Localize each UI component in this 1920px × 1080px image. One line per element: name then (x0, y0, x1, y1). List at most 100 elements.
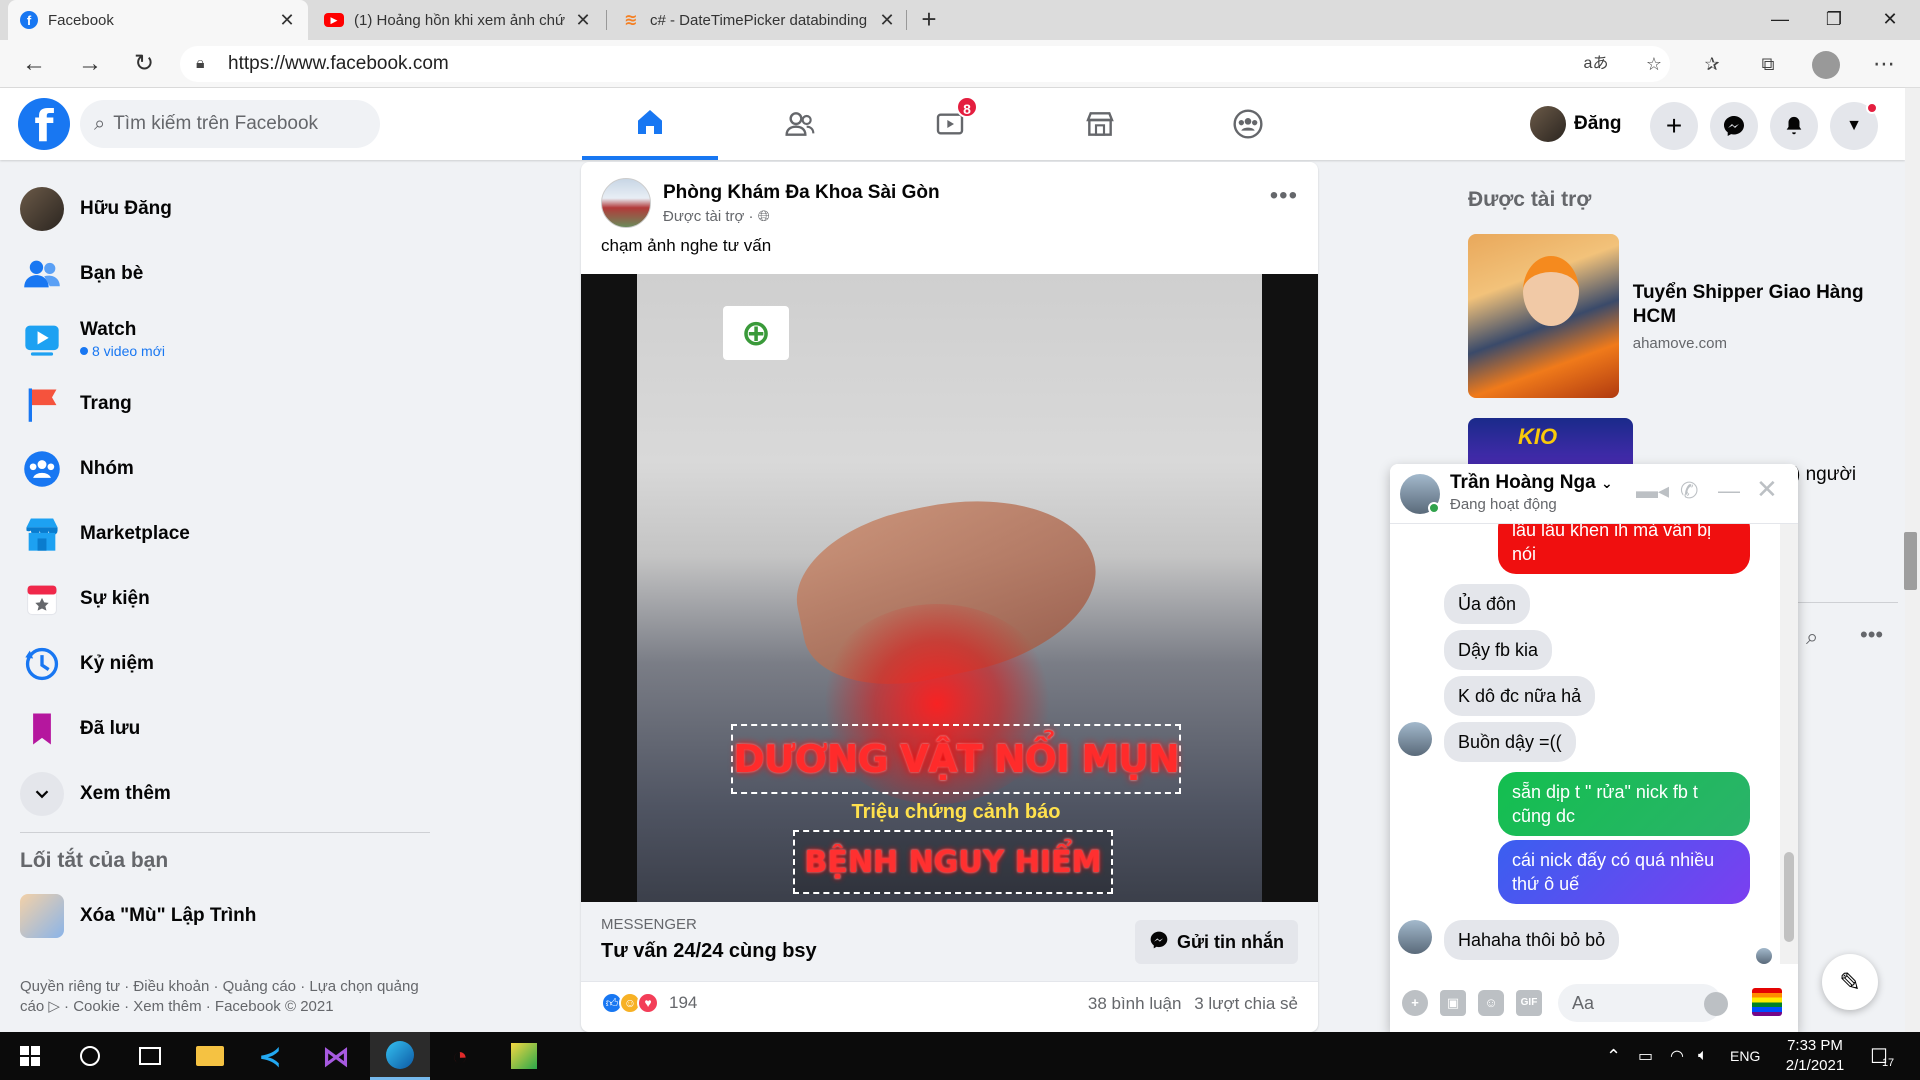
memories-icon (20, 642, 64, 686)
account-menu-button[interactable]: ▼ (1830, 102, 1878, 150)
post-image[interactable]: ⊕ DƯƠNG VẬT NỔI MỤN Triệu chứng cảnh báo… (581, 274, 1318, 902)
shares-count[interactable]: 3 lượt chia sẻ (1194, 994, 1298, 1013)
sidebar-item-friends[interactable]: Bạn bè (8, 241, 438, 306)
phone-icon[interactable]: ✆ (1680, 478, 1698, 504)
battery-icon[interactable]: ▭ (1638, 1032, 1653, 1080)
groups-icon (1233, 109, 1263, 139)
sidebar-item-groups[interactable]: Nhóm (8, 436, 438, 501)
emoji-icon[interactable] (1704, 992, 1728, 1016)
maximize-button[interactable]: ❐ (1806, 0, 1862, 40)
new-tab-button[interactable]: + (914, 0, 944, 40)
footer-links[interactable]: Quyền riêng tư · Điều khoản · Quảng cáo … (20, 977, 430, 1017)
app-icon[interactable] (494, 1032, 554, 1080)
chat-contact-name[interactable]: Trần Hoàng Nga ⌄ (1450, 472, 1613, 494)
sidebar-item-profile[interactable]: Hữu Đăng (8, 176, 438, 241)
close-icon[interactable]: ✕ (878, 10, 896, 31)
volume-icon[interactable]: 🔈︎ (1698, 1032, 1708, 1080)
tab-facebook[interactable]: f Facebook ✕ (8, 0, 308, 40)
search-contacts-icon[interactable]: ⌕ (1806, 624, 1818, 650)
favorite-star-icon[interactable]: ☆ (1636, 46, 1672, 82)
clinic-logo-icon: ⊕ (723, 306, 789, 360)
sidebar-item-marketplace[interactable]: Marketplace (8, 501, 438, 566)
ad-image-2[interactable]: KIO (1468, 418, 1633, 468)
add-plus-icon[interactable]: + (1402, 990, 1428, 1016)
profile-shortcut[interactable]: Đăng (1530, 102, 1622, 146)
forward-button[interactable]: → (70, 44, 110, 84)
message-bubble-received: K dô đc nữa hả (1444, 676, 1596, 716)
more-options-icon[interactable]: ••• (1860, 622, 1883, 648)
watch-badge: 8 (956, 96, 978, 118)
taskbar-clock[interactable]: 7:33 PM 2/1/2021 (1760, 1036, 1870, 1076)
send-message-label: Gửi tin nhắn (1176, 931, 1284, 952)
close-chat-icon[interactable]: ✕ (1756, 474, 1778, 505)
minimize-button[interactable]: — (1752, 0, 1808, 40)
messenger-button[interactable] (1710, 102, 1758, 150)
close-icon[interactable]: ✕ (574, 10, 592, 31)
tab-marketplace[interactable] (1032, 88, 1168, 160)
sidebar-item-pages[interactable]: Trang (8, 371, 438, 436)
file-explorer-icon[interactable] (180, 1032, 240, 1080)
language-indicator[interactable]: ENG (1730, 1032, 1760, 1080)
gif-icon[interactable]: GIF (1516, 990, 1542, 1016)
create-button[interactable]: + (1650, 102, 1698, 150)
shortcut-item[interactable]: Xóa "Mù" Lập Trình (8, 883, 438, 948)
comments-count[interactable]: 38 bình luận (1088, 994, 1182, 1013)
edge-browser-icon[interactable] (370, 1032, 430, 1080)
read-aloud-icon[interactable]: aあ (1578, 46, 1614, 82)
collections-icon[interactable]: ⧉ (1750, 46, 1786, 82)
windows-start-icon[interactable] (0, 1032, 60, 1080)
page-name[interactable]: Phòng Khám Đa Khoa Sài Gòn (663, 182, 940, 204)
tab-friends[interactable] (732, 88, 868, 160)
close-icon[interactable]: ✕ (278, 10, 296, 31)
favorites-icon[interactable]: ✰ (1694, 46, 1730, 82)
video-call-icon[interactable]: ▬◂ (1636, 478, 1669, 504)
search-input[interactable]: ⌕ Tìm kiếm trên Facebook (80, 100, 380, 148)
rainbow-flag-icon[interactable] (1752, 988, 1782, 1016)
tab-groups[interactable] (1180, 88, 1316, 160)
caret-down-icon: ▼ (1846, 117, 1862, 134)
sidebar-item-events[interactable]: Sự kiện (8, 566, 438, 631)
send-message-button[interactable]: Gửi tin nhắn (1134, 920, 1298, 964)
sidebar-item-watch[interactable]: Watch 8 video mới (8, 306, 438, 371)
garena-icon[interactable]: ◔ (430, 1032, 490, 1080)
sticker-icon[interactable]: ☺ (1478, 990, 1504, 1016)
sidebar-item-memories[interactable]: Kỷ niệm (8, 631, 438, 696)
message-input[interactable]: Aa (1558, 984, 1722, 1022)
sidebar-item-saved[interactable]: Đã lưu (8, 696, 438, 761)
more-icon[interactable]: ⋯ (1866, 46, 1902, 82)
tab-watch[interactable]: 8 (882, 88, 1018, 160)
minimize-chat-icon[interactable]: — (1718, 478, 1740, 504)
tab-stackoverflow[interactable]: ≋ c# - DateTimePicker databinding ✕ (610, 0, 908, 40)
page-scroll-thumb[interactable] (1904, 532, 1917, 590)
tab-title: Facebook (48, 11, 114, 29)
notification-center-icon[interactable]: ☐ 17 (1870, 1032, 1894, 1080)
tray-expand-icon[interactable]: ⌃ (1606, 1032, 1621, 1080)
wifi-icon[interactable]: ◠ (1670, 1032, 1684, 1080)
search-circle-icon[interactable] (60, 1032, 120, 1080)
task-view-icon[interactable] (120, 1032, 180, 1080)
url-field[interactable]: 🔒︎ https://www.facebook.com (180, 46, 1670, 82)
more-options-icon[interactable]: ••• (1270, 182, 1298, 210)
cta-title[interactable]: Tư vấn 24/24 cùng bsy (601, 940, 817, 963)
photo-icon[interactable]: ▣ (1440, 990, 1466, 1016)
tab-youtube[interactable]: ▶ (1) Hoảng hồn khi xem ảnh chứng ✕ (312, 0, 604, 40)
sidebar-item-label: Sự kiện (80, 587, 150, 609)
new-message-button[interactable]: ✎ (1822, 954, 1878, 1010)
facebook-logo-icon[interactable]: f (18, 98, 70, 152)
chat-header[interactable]: Trần Hoàng Nga ⌄ Đang hoạt động ▬◂ ✆ — ✕ (1390, 464, 1798, 524)
profile-icon[interactable] (1808, 46, 1844, 82)
facebook-topbar: f ⌕ Tìm kiếm trên Facebook 8 Đăng + ▼ (0, 88, 1905, 160)
reactions-summary[interactable]: 👍︎ ☺ ♥ 194 (601, 992, 697, 1014)
sponsored-label[interactable]: Được tài trợ · (663, 208, 758, 225)
chat-scroll-thumb[interactable] (1784, 852, 1794, 942)
visual-studio-icon[interactable]: ⋈ (306, 1032, 366, 1080)
refresh-button[interactable]: ↻ (124, 44, 164, 84)
page-avatar[interactable] (601, 178, 651, 228)
notifications-button[interactable] (1770, 102, 1818, 150)
back-button[interactable]: ← (14, 44, 54, 84)
close-window-button[interactable]: ✕ (1862, 0, 1918, 40)
tab-home[interactable] (582, 88, 718, 160)
vscode-icon[interactable]: ≺ (240, 1032, 300, 1080)
sidebar-item-see-more[interactable]: Xem thêm (8, 761, 438, 826)
sponsored-ad[interactable]: Tuyển Shipper Giao Hàng HCM ahamove.com (1468, 234, 1888, 398)
